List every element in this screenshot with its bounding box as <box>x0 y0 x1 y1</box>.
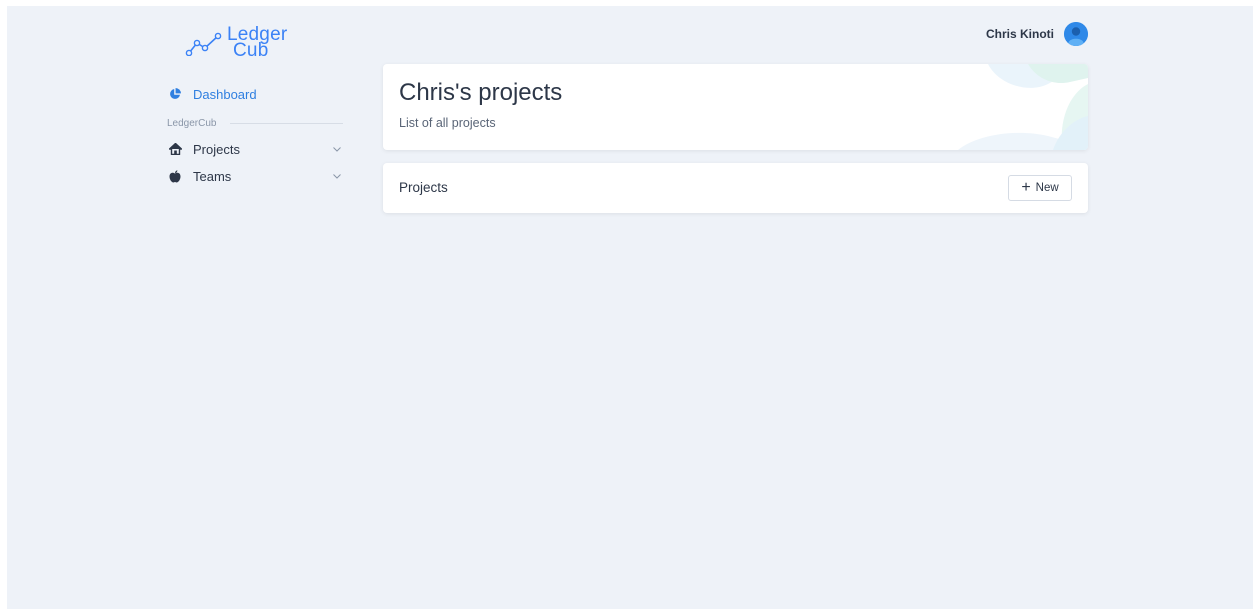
brand-logo[interactable]: Ledger Cub <box>185 24 315 68</box>
brand-name-line2: Cub <box>233 40 269 61</box>
sidebar-item-dashboard[interactable]: Dashboard <box>167 84 347 104</box>
sidebar-item-teams[interactable]: Teams <box>167 166 347 186</box>
plus-icon: + <box>1021 179 1031 196</box>
app-frame: Ledger Cub Chris Kinoti Dashboard Ledger… <box>7 6 1253 609</box>
user-avatar-icon[interactable] <box>1064 22 1088 46</box>
page-header-card: Chris's projects List of all projects <box>383 64 1088 150</box>
sidebar: Dashboard LedgerCub Projects Teams <box>167 84 347 186</box>
sidebar-section-label: LedgerCub <box>167 118 347 129</box>
section-divider <box>230 123 343 124</box>
chevron-down-icon[interactable] <box>333 144 341 155</box>
sidebar-item-label: Dashboard <box>193 86 257 102</box>
home-icon <box>167 141 183 157</box>
sidebar-item-label: Teams <box>193 168 232 184</box>
page-title: Chris's projects <box>399 79 563 106</box>
new-button-label: New <box>1035 182 1059 194</box>
apple-icon <box>167 168 183 184</box>
pie-chart-icon <box>167 86 183 102</box>
sidebar-item-projects[interactable]: Projects <box>167 139 347 159</box>
chevron-down-icon[interactable] <box>333 171 341 182</box>
projects-card-title: Projects <box>399 180 448 195</box>
page-subtitle: List of all projects <box>399 116 496 130</box>
person-icon <box>1064 22 1088 46</box>
projects-card: Projects + New <box>383 163 1088 213</box>
section-label-text: LedgerCub <box>167 118 217 129</box>
ledger-chart-logo-icon <box>185 32 222 56</box>
decorative-wave-shape <box>958 64 1088 150</box>
new-project-button[interactable]: + New <box>1008 175 1072 201</box>
sidebar-item-label: Projects <box>193 141 240 157</box>
user-name: Chris Kinoti <box>986 27 1054 41</box>
user-menu[interactable]: Chris Kinoti <box>986 22 1088 46</box>
brand-name: Ledger Cub <box>227 25 287 61</box>
